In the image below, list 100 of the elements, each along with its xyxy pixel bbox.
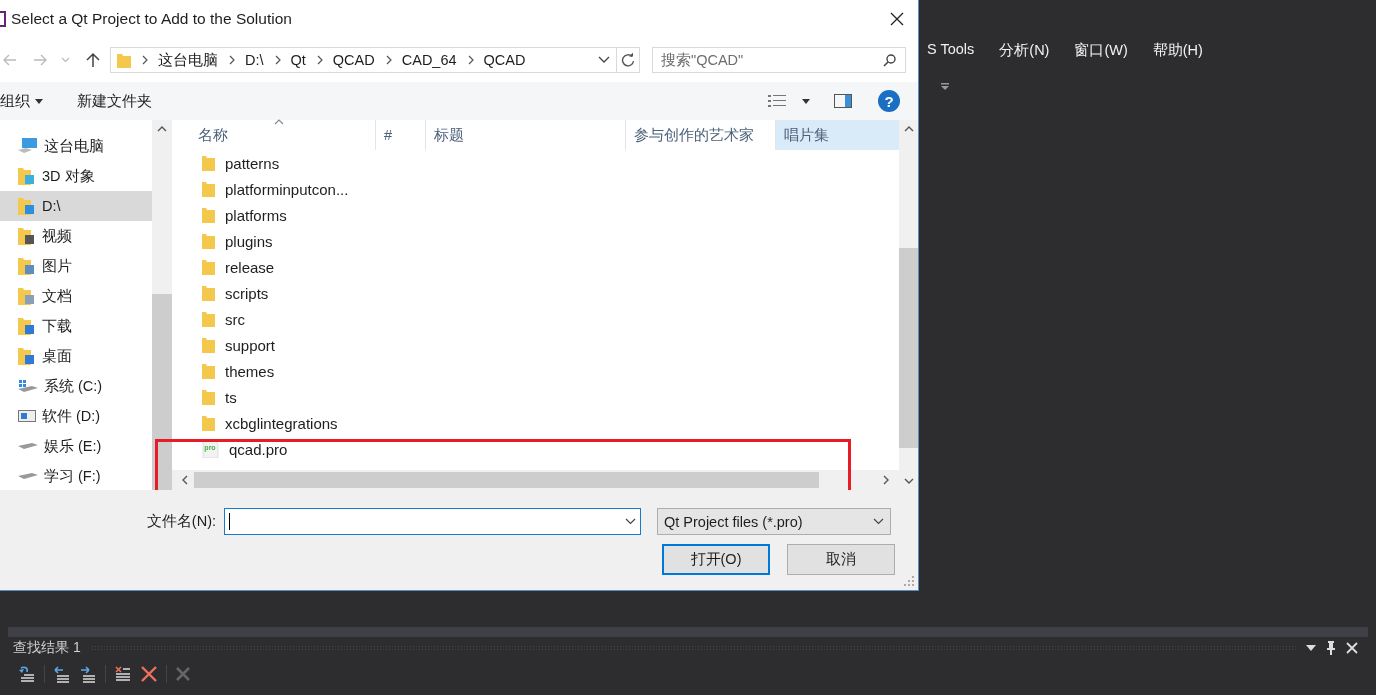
go-to-location-icon[interactable]	[18, 665, 36, 683]
filename-label: 文件名(N):	[145, 512, 216, 531]
file-type-dropdown[interactable]: Qt Project files (*.pro)	[657, 508, 891, 535]
nav-item[interactable]: 图片	[0, 251, 152, 281]
file-row[interactable]: release	[172, 254, 372, 280]
folder-icon	[117, 52, 131, 68]
folder-icon	[18, 287, 36, 305]
folder-icon	[18, 347, 36, 365]
breadcrumb-item[interactable]: QCAD	[332, 52, 375, 68]
scrollbar[interactable]	[172, 470, 899, 490]
scroll-up-icon[interactable]	[903, 126, 914, 132]
view-options-icon[interactable]	[768, 94, 786, 108]
filename-field[interactable]	[224, 508, 641, 535]
folder-icon	[202, 233, 215, 249]
file-row[interactable]: themes	[172, 358, 372, 384]
drive-icon	[18, 379, 38, 393]
nav-item[interactable]: 软件 (D:)	[0, 401, 152, 431]
menu-item[interactable]: 窗口(W)	[1074, 41, 1128, 60]
pin-icon[interactable]	[1326, 641, 1336, 655]
folder-icon	[202, 259, 215, 275]
cancel-icon[interactable]	[175, 666, 191, 682]
up-arrow-icon[interactable]	[86, 52, 100, 68]
address-bar[interactable]: 这台电脑 D:\ Qt QCAD CAD_64 QCAD	[110, 47, 617, 73]
app-icon	[0, 11, 6, 27]
drive-icon	[18, 442, 38, 450]
column-header[interactable]: #	[376, 120, 426, 150]
dialog-button[interactable]: 打开(O)	[662, 544, 770, 575]
nav-item[interactable]: 文档	[0, 281, 152, 311]
toolbar-overflow-icon[interactable]	[940, 83, 950, 91]
nav-item[interactable]: 3D 对象	[0, 161, 152, 191]
new-folder-button[interactable]: 新建文件夹	[77, 91, 152, 111]
column-header[interactable]: 标题	[426, 120, 626, 150]
chevron-down-icon[interactable]	[598, 56, 610, 64]
file-row[interactable]: plugins	[172, 228, 372, 254]
scroll-down-icon[interactable]	[903, 478, 914, 484]
resize-grip-icon[interactable]	[904, 576, 914, 586]
scroll-right-icon[interactable]	[883, 475, 889, 485]
organize-menu[interactable]: 组织	[0, 91, 43, 111]
nav-item[interactable]: 这台电脑	[0, 131, 152, 161]
nav-item[interactable]: D:\	[0, 191, 152, 221]
preview-pane-icon[interactable]	[834, 94, 852, 108]
dropdown-icon[interactable]	[1306, 645, 1316, 651]
window-title: Select a Qt Project to Add to the Solution	[11, 10, 292, 28]
menu-item[interactable]: S Tools	[927, 41, 975, 60]
caret-icon	[35, 98, 43, 104]
drive-icon	[18, 472, 38, 480]
folder-icon	[18, 167, 36, 185]
dialog-button[interactable]: 取消	[787, 544, 895, 575]
panel-title: 查找结果 1	[13, 639, 81, 657]
scrollbar[interactable]	[152, 120, 172, 490]
clear-list-icon[interactable]	[114, 665, 132, 683]
menu-item[interactable]: 分析(N)	[999, 41, 1050, 60]
nav-item[interactable]: 视频	[0, 221, 152, 251]
folder-icon	[202, 181, 215, 197]
previous-result-icon[interactable]	[53, 665, 71, 683]
delete-icon[interactable]	[140, 665, 158, 683]
next-result-icon[interactable]	[79, 665, 97, 683]
file-row[interactable]: platforms	[172, 202, 372, 228]
folder-icon	[18, 227, 36, 245]
nav-item[interactable]: 学习 (F:)	[0, 461, 152, 490]
folder-icon	[202, 155, 215, 171]
file-row[interactable]: ts	[172, 384, 372, 410]
nav-item[interactable]: 娱乐 (E:)	[0, 431, 152, 461]
drive-icon	[18, 410, 36, 422]
nav-item[interactable]: 桌面	[0, 341, 152, 371]
file-row[interactable]: patterns	[172, 150, 372, 176]
breadcrumb-item[interactable]: QCAD	[483, 52, 526, 68]
search-field[interactable]: 搜索"QCAD"	[652, 47, 906, 73]
file-row[interactable]: support	[172, 332, 372, 358]
file-row[interactable]: src	[172, 306, 372, 332]
scrollbar[interactable]	[899, 120, 918, 490]
folder-icon	[202, 389, 215, 405]
caret-icon[interactable]	[802, 98, 810, 104]
folder-icon	[18, 197, 36, 215]
nav-item[interactable]: 下载	[0, 311, 152, 341]
chevron-down-icon	[873, 518, 884, 525]
scroll-left-icon[interactable]	[182, 475, 188, 485]
folder-icon	[18, 317, 36, 335]
breadcrumb-item[interactable]: D:\	[245, 52, 264, 68]
nav-item[interactable]: 系统 (C:)	[0, 371, 152, 401]
file-row[interactable]: xcbglintegrations	[172, 410, 372, 436]
folder-icon	[202, 207, 215, 223]
folder-icon	[202, 285, 215, 301]
breadcrumb-item[interactable]: Qt	[290, 52, 306, 68]
folder-icon	[202, 363, 215, 379]
file-row[interactable]: platforminputcon...	[172, 176, 372, 202]
refresh-button[interactable]	[617, 47, 640, 73]
column-header[interactable]: 名称	[172, 120, 376, 150]
breadcrumb-item[interactable]: CAD_64	[401, 52, 457, 68]
column-header[interactable]: 唱片集	[776, 120, 899, 150]
close-icon[interactable]	[890, 12, 904, 26]
scroll-up-icon[interactable]	[157, 126, 167, 132]
computer-icon	[18, 138, 38, 154]
folder-icon	[202, 311, 215, 327]
chevron-down-icon	[625, 518, 636, 525]
folder-icon	[202, 415, 215, 431]
menu-item[interactable]: 帮助(H)	[1152, 41, 1203, 60]
file-row[interactable]: scripts	[172, 280, 372, 306]
help-button[interactable]: ?	[878, 90, 900, 112]
breadcrumb-item[interactable]: 这台电脑	[158, 50, 218, 70]
